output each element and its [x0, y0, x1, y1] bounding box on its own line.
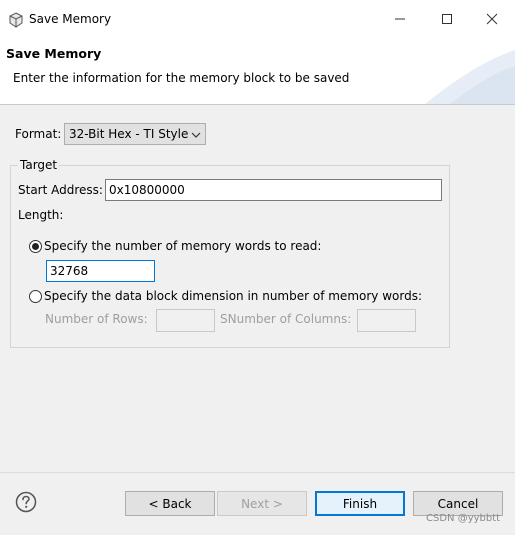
start-address-label: Start Address:: [18, 183, 103, 197]
window-title: Save Memory: [29, 12, 112, 26]
finish-button[interactable]: Finish: [315, 491, 405, 516]
close-button[interactable]: [472, 6, 512, 34]
columns-label: SNumber of Columns:: [220, 312, 352, 326]
radio-block-dimension-label[interactable]: Specify the data block dimension in numb…: [44, 289, 422, 303]
watermark-text: CSDN @yybbtt: [426, 513, 501, 524]
rows-field[interactable]: [156, 309, 215, 332]
cube-icon: [8, 12, 24, 28]
help-icon[interactable]: [15, 491, 37, 513]
format-select-value: 32-Bit Hex - TI Style: [69, 127, 189, 141]
radio-block-dimension[interactable]: [29, 290, 42, 303]
maximize-button[interactable]: [427, 6, 467, 34]
page-title: Save Memory: [6, 46, 102, 61]
close-icon: [486, 13, 498, 28]
minimize-icon: [394, 13, 406, 28]
columns-field[interactable]: [357, 309, 416, 332]
header-swoosh-graphic: [425, 50, 515, 104]
footer-divider: [0, 472, 515, 473]
format-select[interactable]: 32-Bit Hex - TI Style: [64, 123, 206, 145]
format-label: Format:: [15, 127, 62, 141]
memory-words-field[interactable]: 32768: [46, 260, 155, 282]
target-group-legend: Target: [18, 158, 60, 172]
radio-memory-words-label[interactable]: Specify the number of memory words to re…: [44, 239, 321, 253]
page-description: Enter the information for the memory blo…: [13, 71, 350, 85]
back-button[interactable]: < Back: [125, 491, 215, 516]
title-bar: Save Memory: [0, 0, 515, 40]
next-button[interactable]: Next >: [217, 491, 307, 516]
radio-memory-words[interactable]: [29, 240, 42, 253]
wizard-header: Save Memory Enter the information for th…: [0, 40, 515, 105]
maximize-icon: [441, 13, 453, 28]
start-address-field[interactable]: 0x10800000: [105, 179, 442, 201]
minimize-button[interactable]: [380, 6, 420, 34]
chevron-down-icon: [191, 129, 201, 143]
length-label: Length:: [18, 208, 64, 222]
rows-label: Number of Rows:: [45, 312, 148, 326]
